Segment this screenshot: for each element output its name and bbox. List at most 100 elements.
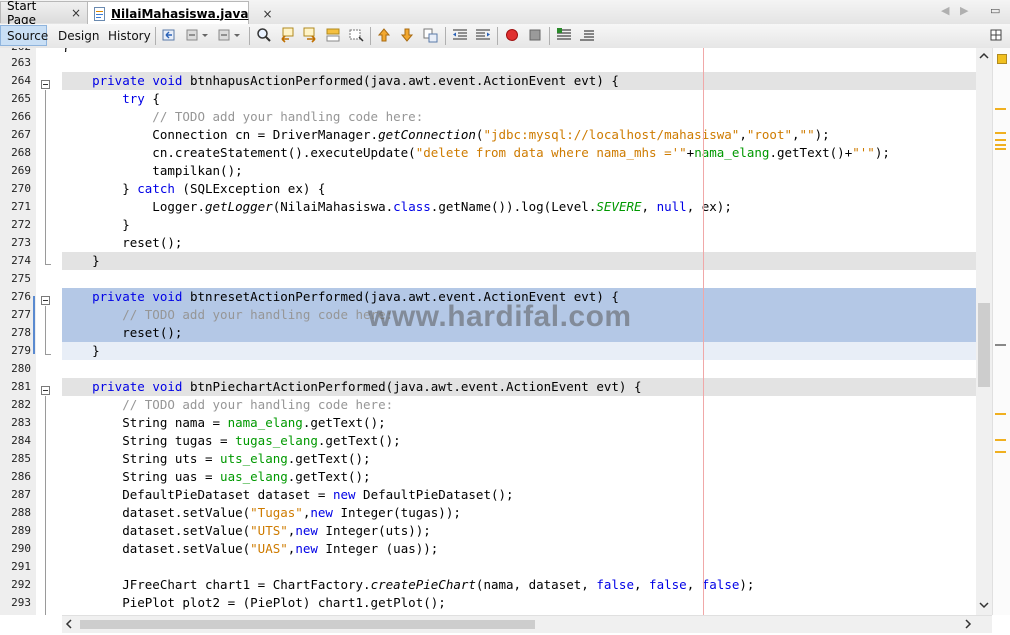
line-number: 269 — [11, 164, 31, 177]
fold-collapse-icon[interactable] — [41, 296, 50, 305]
horizontal-scrollbar[interactable] — [62, 615, 992, 633]
fold-collapse-icon[interactable] — [41, 386, 50, 395]
code-token: Integer(uts)); — [317, 523, 431, 538]
code-token: catch — [137, 181, 175, 196]
code-line[interactable] — [62, 270, 976, 288]
chevron-down-icon[interactable] — [201, 27, 209, 43]
code-token: } — [62, 253, 100, 268]
start-macro-recording-icon[interactable] — [504, 27, 520, 43]
caret-position-mark[interactable] — [995, 344, 1006, 346]
code-token: (nama, dataset, — [475, 577, 597, 592]
code-line[interactable] — [62, 360, 976, 378]
toggle-bookmark-icon[interactable] — [422, 27, 438, 43]
code-line[interactable]: private void btnhapusActionPerformed(jav… — [62, 72, 976, 90]
warning-mark[interactable] — [995, 148, 1006, 150]
warning-mark[interactable] — [995, 139, 1006, 141]
code-line[interactable]: private void btnPiechartActionPerformed(… — [62, 378, 976, 396]
warning-mark[interactable] — [995, 108, 1006, 110]
scroll-tabs-left-icon[interactable]: ◀ — [941, 4, 949, 17]
design-view-button[interactable]: Design — [52, 25, 105, 46]
code-line[interactable]: dataset.setValue("Tugas",new Integer(tug… — [62, 504, 976, 522]
tab-start-page[interactable]: Start Page × — [0, 0, 88, 27]
code-line[interactable]: } — [62, 252, 976, 270]
toggle-highlight-icon[interactable] — [348, 27, 364, 43]
scroll-up-icon[interactable] — [979, 52, 989, 63]
shift-right-icon[interactable] — [475, 27, 491, 43]
close-icon[interactable]: × — [71, 6, 81, 20]
code-line[interactable]: // TODO add your handling code here: — [62, 108, 976, 126]
code-token: false — [596, 577, 634, 592]
toolbar-separator — [445, 27, 446, 45]
warning-mark[interactable] — [995, 144, 1006, 146]
code-line[interactable]: String nama = nama_elang.getText(); — [62, 414, 976, 432]
code-line[interactable]: String uas = uas_elang.getText(); — [62, 468, 976, 486]
history-view-button[interactable]: History — [102, 25, 157, 46]
scroll-left-icon[interactable] — [65, 619, 73, 632]
warning-mark[interactable] — [995, 451, 1006, 453]
warning-mark[interactable] — [995, 413, 1006, 415]
code-token: "Tugas" — [250, 505, 303, 520]
code-line[interactable]: try { — [62, 90, 976, 108]
next-bookmark-icon[interactable] — [399, 27, 415, 43]
close-icon[interactable]: × — [262, 7, 272, 21]
code-line[interactable]: DefaultPieDataset dataset = new DefaultP… — [62, 486, 976, 504]
vertical-scrollbar[interactable] — [976, 48, 992, 615]
find-selection-icon[interactable] — [325, 27, 341, 43]
code-token: null — [656, 199, 687, 214]
restore-window-icon[interactable]: ▭ — [990, 4, 1000, 17]
scroll-right-icon[interactable] — [964, 619, 972, 632]
warning-mark[interactable] — [995, 132, 1006, 134]
warning-mark[interactable] — [995, 439, 1006, 441]
code-line[interactable]: cn.createStatement().executeUpdate("dele… — [62, 144, 976, 162]
warning-summary-icon[interactable] — [997, 54, 1007, 64]
error-stripe[interactable] — [992, 48, 1010, 615]
find-icon[interactable] — [256, 27, 272, 43]
code-token: tampilkan(); — [62, 163, 243, 178]
split-editor-icon[interactable] — [988, 27, 1004, 43]
line-number: 282 — [11, 398, 31, 411]
code-line[interactable]: JFreeChart chart1 = ChartFactory.createP… — [62, 576, 976, 594]
code-line[interactable]: String tugas = tugas_elang.getText(); — [62, 432, 976, 450]
code-line[interactable]: Connection cn = DriverManager.getConnect… — [62, 126, 976, 144]
code-text: private void btnPiechartActionPerformed(… — [62, 378, 641, 396]
shift-left-icon[interactable] — [452, 27, 468, 43]
chevron-down-icon[interactable] — [233, 27, 241, 43]
stop-macro-recording-icon[interactable] — [527, 27, 543, 43]
vertical-scroll-thumb[interactable] — [978, 303, 990, 387]
code-token: , — [641, 199, 657, 214]
code-line[interactable]: tampilkan(); — [62, 162, 976, 180]
previous-bookmark-icon[interactable] — [376, 27, 392, 43]
scroll-tabs-right-icon[interactable]: ▶ — [960, 4, 968, 17]
tab-nilaimahasiswa-java[interactable]: NilaiMahasiswa.java × — [87, 1, 273, 25]
scroll-down-icon[interactable] — [979, 601, 989, 612]
code-line[interactable]: reset(); — [62, 234, 976, 252]
current-block-marker — [33, 296, 35, 354]
find-next-icon[interactable] — [302, 27, 318, 43]
line-number-gutter[interactable]: 262 263 264 265 266 267 268 269 270 271 272 273 274… — [0, 48, 37, 615]
find-previous-icon[interactable] — [279, 27, 295, 43]
code-line[interactable]: dataset.setValue("UAS",new Integer (uas)… — [62, 540, 976, 558]
code-token: } — [62, 343, 100, 358]
source-view-button[interactable]: Source — [0, 25, 48, 46]
code-line[interactable]: } catch (SQLException ex) { — [62, 180, 976, 198]
fold-guide-line — [45, 306, 46, 354]
code-line[interactable]: dataset.setValue("UTS",new Integer(uts))… — [62, 522, 976, 540]
code-text: reset(); — [62, 234, 182, 252]
forward-icon[interactable] — [216, 27, 232, 43]
code-line[interactable]: } — [62, 342, 976, 360]
code-line[interactable]: PiePlot plot2 = (PiePlot) chart1.getPlot… — [62, 594, 976, 612]
code-line[interactable] — [62, 54, 976, 72]
fold-collapse-icon[interactable] — [41, 80, 50, 89]
back-icon[interactable] — [185, 27, 201, 43]
last-edit-icon[interactable] — [161, 27, 177, 43]
code-line[interactable]: // TODO add your handling code here: — [62, 396, 976, 414]
code-line[interactable]: Logger.getLogger(NilaiMahasiswa.class.ge… — [62, 198, 976, 216]
code-line[interactable] — [62, 558, 976, 576]
code-line[interactable]: String uts = uts_elang.getText(); — [62, 450, 976, 468]
uncomment-icon[interactable] — [579, 27, 595, 43]
line-number: 278 — [11, 326, 31, 339]
code-text: private void btnhapusActionPerformed(jav… — [62, 72, 619, 90]
horizontal-scroll-thumb[interactable] — [80, 620, 535, 629]
comment-icon[interactable] — [556, 27, 572, 43]
code-line[interactable]: } — [62, 216, 976, 234]
